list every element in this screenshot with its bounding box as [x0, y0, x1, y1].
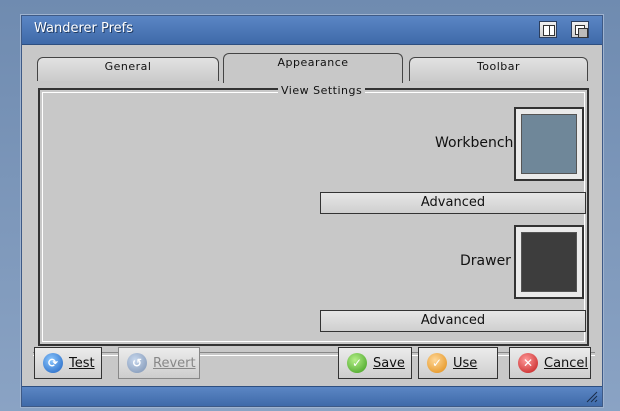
cancel-button-label: Cancel — [544, 355, 589, 371]
save-button-label: Save — [373, 355, 405, 371]
test-icon: ⟳ — [43, 353, 63, 373]
drawer-advanced-button[interactable]: Advanced — [320, 310, 586, 332]
depth-icon[interactable] — [571, 21, 589, 38]
zoom-icon[interactable] — [539, 21, 557, 38]
tab-general[interactable]: General — [37, 57, 219, 81]
revert-icon: ↺ — [127, 353, 147, 373]
drawer-color-fill — [521, 232, 577, 292]
cancel-button[interactable]: ✕ Cancel — [509, 347, 591, 379]
resize-grip-icon[interactable] — [586, 391, 598, 403]
view-settings-panel: View Settings Workbench Advanced Drawer … — [38, 84, 589, 346]
checkmark-icon: ✓ — [347, 353, 367, 373]
close-icon: ✕ — [518, 353, 538, 373]
tab-bar: General Appearance Toolbar — [37, 53, 588, 83]
title-bar[interactable]: Wanderer Prefs — [22, 16, 602, 45]
use-button[interactable]: ✓ Use — [418, 347, 498, 379]
save-button[interactable]: ✓ Save — [338, 347, 412, 379]
checkmark-icon: ✓ — [427, 353, 447, 373]
workbench-label: Workbench — [435, 135, 514, 151]
test-button-label: Test — [69, 355, 95, 371]
tab-toolbar[interactable]: Toolbar — [409, 57, 588, 81]
drawer-label: Drawer — [460, 253, 511, 269]
tab-appearance[interactable]: Appearance — [223, 53, 403, 83]
workbench-advanced-button[interactable]: Advanced — [320, 192, 586, 214]
status-bar — [22, 386, 602, 406]
test-button[interactable]: ⟳ Test — [34, 347, 102, 379]
window-title: Wanderer Prefs — [34, 21, 134, 36]
group-label: View Settings — [278, 84, 366, 97]
workbench-color-swatch[interactable] — [514, 107, 584, 181]
revert-button-label: Revert — [153, 355, 196, 371]
workbench-color-fill — [521, 114, 577, 174]
prefs-window: Wanderer Prefs General Appearance Toolba… — [21, 15, 603, 407]
drawer-color-swatch[interactable] — [514, 225, 584, 299]
view-settings-group: View Settings Workbench Advanced Drawer … — [42, 84, 586, 342]
use-button-label: Use — [453, 355, 478, 371]
revert-button[interactable]: ↺ Revert — [118, 347, 200, 379]
